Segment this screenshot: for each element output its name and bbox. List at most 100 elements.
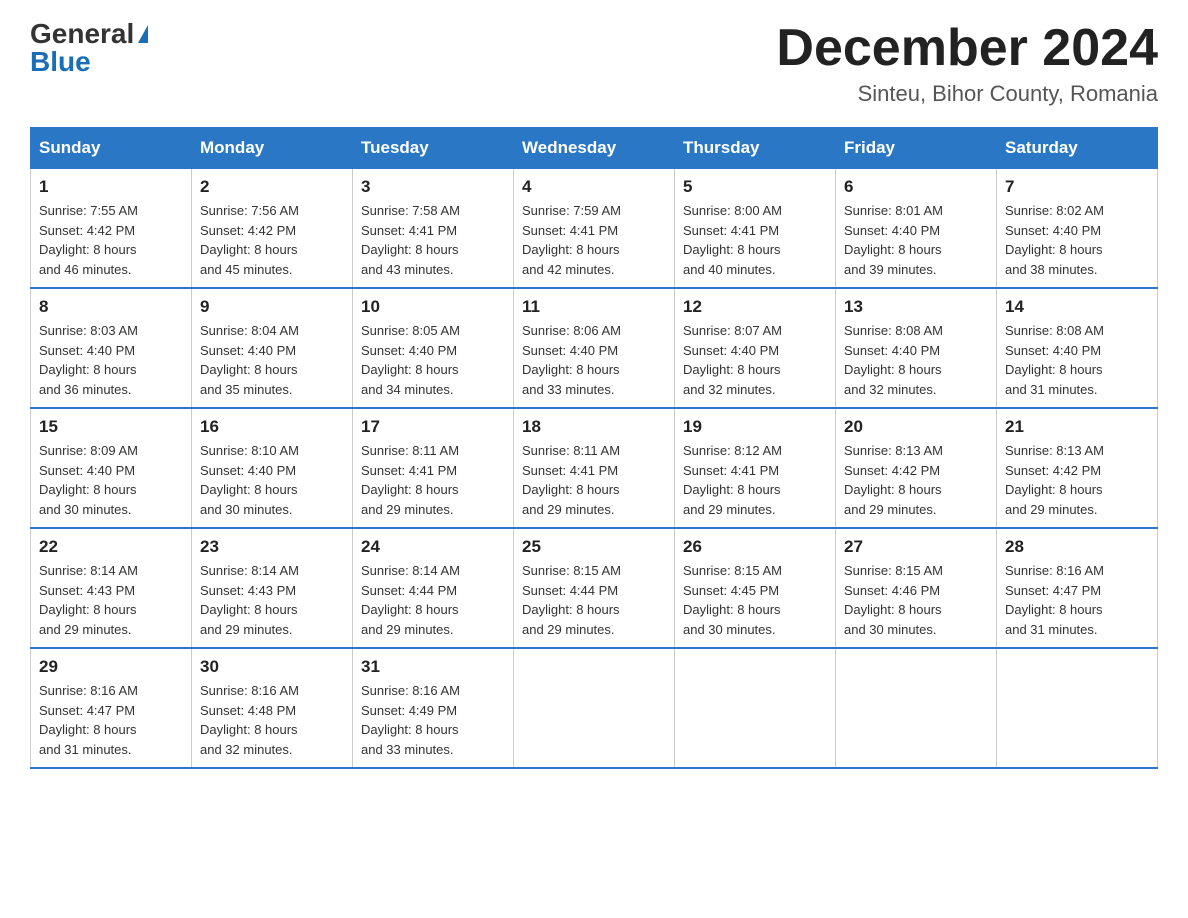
day-number: 27: [844, 537, 988, 557]
day-number: 9: [200, 297, 344, 317]
day-info: Sunrise: 8:14 AM Sunset: 4:44 PM Dayligh…: [361, 561, 505, 639]
day-info: Sunrise: 8:11 AM Sunset: 4:41 PM Dayligh…: [522, 441, 666, 519]
calendar-day-cell: [675, 648, 836, 768]
day-number: 26: [683, 537, 827, 557]
calendar-day-cell: 13 Sunrise: 8:08 AM Sunset: 4:40 PM Dayl…: [836, 288, 997, 408]
calendar-day-cell: [836, 648, 997, 768]
day-info: Sunrise: 7:58 AM Sunset: 4:41 PM Dayligh…: [361, 201, 505, 279]
location-title: Sinteu, Bihor County, Romania: [776, 81, 1158, 107]
day-of-week-header: Tuesday: [353, 128, 514, 169]
calendar-day-cell: 15 Sunrise: 8:09 AM Sunset: 4:40 PM Dayl…: [31, 408, 192, 528]
day-info: Sunrise: 8:16 AM Sunset: 4:48 PM Dayligh…: [200, 681, 344, 759]
day-number: 18: [522, 417, 666, 437]
day-number: 10: [361, 297, 505, 317]
calendar-day-cell: 17 Sunrise: 8:11 AM Sunset: 4:41 PM Dayl…: [353, 408, 514, 528]
day-info: Sunrise: 8:03 AM Sunset: 4:40 PM Dayligh…: [39, 321, 183, 399]
day-number: 23: [200, 537, 344, 557]
day-info: Sunrise: 8:11 AM Sunset: 4:41 PM Dayligh…: [361, 441, 505, 519]
day-info: Sunrise: 8:04 AM Sunset: 4:40 PM Dayligh…: [200, 321, 344, 399]
calendar-day-cell: 22 Sunrise: 8:14 AM Sunset: 4:43 PM Dayl…: [31, 528, 192, 648]
calendar-day-cell: [997, 648, 1158, 768]
day-number: 20: [844, 417, 988, 437]
day-info: Sunrise: 8:00 AM Sunset: 4:41 PM Dayligh…: [683, 201, 827, 279]
day-number: 29: [39, 657, 183, 677]
day-info: Sunrise: 8:01 AM Sunset: 4:40 PM Dayligh…: [844, 201, 988, 279]
day-number: 30: [200, 657, 344, 677]
day-number: 25: [522, 537, 666, 557]
day-number: 3: [361, 177, 505, 197]
day-info: Sunrise: 8:15 AM Sunset: 4:46 PM Dayligh…: [844, 561, 988, 639]
calendar-day-cell: 27 Sunrise: 8:15 AM Sunset: 4:46 PM Dayl…: [836, 528, 997, 648]
calendar-day-cell: 26 Sunrise: 8:15 AM Sunset: 4:45 PM Dayl…: [675, 528, 836, 648]
day-number: 14: [1005, 297, 1149, 317]
calendar-day-cell: 3 Sunrise: 7:58 AM Sunset: 4:41 PM Dayli…: [353, 169, 514, 289]
calendar-day-cell: 29 Sunrise: 8:16 AM Sunset: 4:47 PM Dayl…: [31, 648, 192, 768]
day-number: 2: [200, 177, 344, 197]
calendar-day-cell: 31 Sunrise: 8:16 AM Sunset: 4:49 PM Dayl…: [353, 648, 514, 768]
calendar-day-cell: 1 Sunrise: 7:55 AM Sunset: 4:42 PM Dayli…: [31, 169, 192, 289]
day-info: Sunrise: 8:08 AM Sunset: 4:40 PM Dayligh…: [1005, 321, 1149, 399]
day-info: Sunrise: 8:15 AM Sunset: 4:45 PM Dayligh…: [683, 561, 827, 639]
month-title: December 2024: [776, 20, 1158, 77]
calendar-week-row: 1 Sunrise: 7:55 AM Sunset: 4:42 PM Dayli…: [31, 169, 1158, 289]
calendar-day-cell: 19 Sunrise: 8:12 AM Sunset: 4:41 PM Dayl…: [675, 408, 836, 528]
day-info: Sunrise: 8:05 AM Sunset: 4:40 PM Dayligh…: [361, 321, 505, 399]
day-number: 1: [39, 177, 183, 197]
day-info: Sunrise: 8:14 AM Sunset: 4:43 PM Dayligh…: [39, 561, 183, 639]
day-info: Sunrise: 8:14 AM Sunset: 4:43 PM Dayligh…: [200, 561, 344, 639]
day-number: 21: [1005, 417, 1149, 437]
day-of-week-header: Monday: [192, 128, 353, 169]
day-info: Sunrise: 8:06 AM Sunset: 4:40 PM Dayligh…: [522, 321, 666, 399]
day-number: 13: [844, 297, 988, 317]
day-of-week-header: Sunday: [31, 128, 192, 169]
day-info: Sunrise: 7:56 AM Sunset: 4:42 PM Dayligh…: [200, 201, 344, 279]
day-number: 28: [1005, 537, 1149, 557]
day-info: Sunrise: 8:16 AM Sunset: 4:47 PM Dayligh…: [39, 681, 183, 759]
logo-blue-text: Blue: [30, 46, 91, 77]
day-info: Sunrise: 7:59 AM Sunset: 4:41 PM Dayligh…: [522, 201, 666, 279]
day-info: Sunrise: 8:02 AM Sunset: 4:40 PM Dayligh…: [1005, 201, 1149, 279]
day-of-week-header: Thursday: [675, 128, 836, 169]
day-number: 24: [361, 537, 505, 557]
day-number: 16: [200, 417, 344, 437]
calendar-day-cell: 20 Sunrise: 8:13 AM Sunset: 4:42 PM Dayl…: [836, 408, 997, 528]
calendar-day-cell: 30 Sunrise: 8:16 AM Sunset: 4:48 PM Dayl…: [192, 648, 353, 768]
calendar-day-cell: 2 Sunrise: 7:56 AM Sunset: 4:42 PM Dayli…: [192, 169, 353, 289]
calendar-day-cell: 7 Sunrise: 8:02 AM Sunset: 4:40 PM Dayli…: [997, 169, 1158, 289]
day-number: 5: [683, 177, 827, 197]
day-number: 6: [844, 177, 988, 197]
calendar-table: SundayMondayTuesdayWednesdayThursdayFrid…: [30, 127, 1158, 769]
calendar-week-row: 29 Sunrise: 8:16 AM Sunset: 4:47 PM Dayl…: [31, 648, 1158, 768]
header-row: SundayMondayTuesdayWednesdayThursdayFrid…: [31, 128, 1158, 169]
calendar-day-cell: 5 Sunrise: 8:00 AM Sunset: 4:41 PM Dayli…: [675, 169, 836, 289]
day-number: 15: [39, 417, 183, 437]
calendar-day-cell: 9 Sunrise: 8:04 AM Sunset: 4:40 PM Dayli…: [192, 288, 353, 408]
calendar-day-cell: 23 Sunrise: 8:14 AM Sunset: 4:43 PM Dayl…: [192, 528, 353, 648]
day-number: 8: [39, 297, 183, 317]
page-header: General Blue December 2024 Sinteu, Bihor…: [30, 20, 1158, 107]
day-info: Sunrise: 7:55 AM Sunset: 4:42 PM Dayligh…: [39, 201, 183, 279]
day-number: 17: [361, 417, 505, 437]
day-info: Sunrise: 8:13 AM Sunset: 4:42 PM Dayligh…: [844, 441, 988, 519]
calendar-day-cell: 18 Sunrise: 8:11 AM Sunset: 4:41 PM Dayl…: [514, 408, 675, 528]
logo-general-text: General: [30, 20, 134, 48]
day-info: Sunrise: 8:16 AM Sunset: 4:49 PM Dayligh…: [361, 681, 505, 759]
title-area: December 2024 Sinteu, Bihor County, Roma…: [776, 20, 1158, 107]
day-number: 11: [522, 297, 666, 317]
day-number: 19: [683, 417, 827, 437]
calendar-day-cell: 24 Sunrise: 8:14 AM Sunset: 4:44 PM Dayl…: [353, 528, 514, 648]
day-of-week-header: Saturday: [997, 128, 1158, 169]
day-info: Sunrise: 8:15 AM Sunset: 4:44 PM Dayligh…: [522, 561, 666, 639]
calendar-day-cell: 11 Sunrise: 8:06 AM Sunset: 4:40 PM Dayl…: [514, 288, 675, 408]
day-info: Sunrise: 8:16 AM Sunset: 4:47 PM Dayligh…: [1005, 561, 1149, 639]
day-info: Sunrise: 8:10 AM Sunset: 4:40 PM Dayligh…: [200, 441, 344, 519]
day-info: Sunrise: 8:12 AM Sunset: 4:41 PM Dayligh…: [683, 441, 827, 519]
calendar-day-cell: 25 Sunrise: 8:15 AM Sunset: 4:44 PM Dayl…: [514, 528, 675, 648]
day-info: Sunrise: 8:07 AM Sunset: 4:40 PM Dayligh…: [683, 321, 827, 399]
calendar-day-cell: 28 Sunrise: 8:16 AM Sunset: 4:47 PM Dayl…: [997, 528, 1158, 648]
day-info: Sunrise: 8:13 AM Sunset: 4:42 PM Dayligh…: [1005, 441, 1149, 519]
calendar-day-cell: 8 Sunrise: 8:03 AM Sunset: 4:40 PM Dayli…: [31, 288, 192, 408]
day-number: 22: [39, 537, 183, 557]
calendar-day-cell: 4 Sunrise: 7:59 AM Sunset: 4:41 PM Dayli…: [514, 169, 675, 289]
calendar-day-cell: 6 Sunrise: 8:01 AM Sunset: 4:40 PM Dayli…: [836, 169, 997, 289]
